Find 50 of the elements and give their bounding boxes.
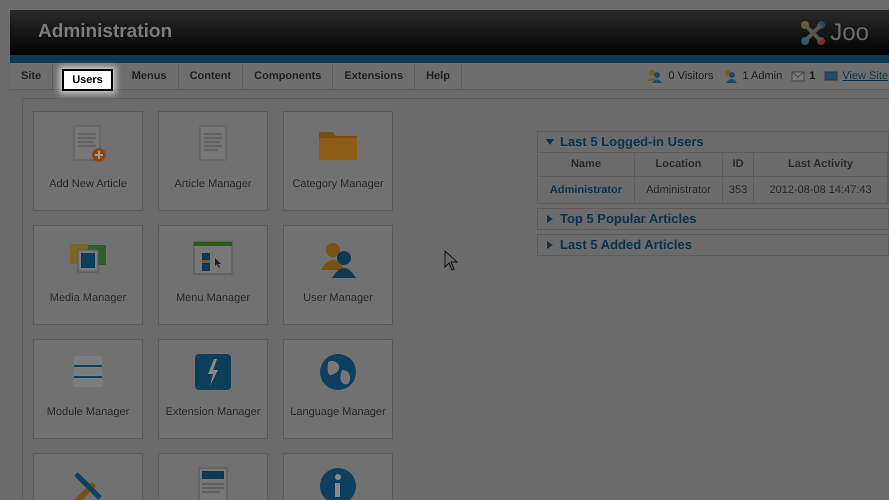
shortcut-tile[interactable]: Category Manager <box>283 111 393 211</box>
status-text: 0 Visitors <box>668 68 714 84</box>
tile-label: Extension Manager <box>166 405 260 420</box>
tile-label: Media Manager <box>50 291 126 306</box>
user-icon <box>722 69 738 83</box>
table-cell: 353 <box>722 176 754 203</box>
shortcut-tile[interactable]: Media Manager <box>33 225 143 325</box>
panel-header[interactable]: Last 5 Logged-in Users <box>538 132 888 152</box>
column-header: Location <box>634 152 722 176</box>
mail-icon <box>791 70 806 82</box>
status-text: 1 <box>809 68 816 84</box>
tile-label: Add New Article <box>49 177 127 192</box>
shortcut-tile[interactable]: Language Manager <box>283 339 393 439</box>
tile-label: User Manager <box>303 291 373 306</box>
menu-item[interactable]: Menus <box>120 63 179 89</box>
tile-label: Menu Manager <box>176 291 250 306</box>
caret-right-icon <box>546 241 554 249</box>
header-title: Administration <box>38 20 172 44</box>
view-site-link[interactable]: View Site <box>842 68 888 84</box>
caret-down-icon <box>546 138 554 146</box>
column-header: ID <box>722 152 754 176</box>
column-header: Last Activity <box>754 152 888 176</box>
monitor-icon <box>824 70 838 82</box>
panel-header[interactable]: Last 5 Added Articles <box>538 235 888 255</box>
user-link[interactable]: Administrator <box>538 176 634 203</box>
menu-item[interactable]: Users <box>62 69 113 91</box>
shortcut-tile[interactable]: Menu Manager <box>158 225 268 325</box>
caret-right-icon <box>546 215 554 223</box>
tile-label: Category Manager <box>292 177 384 192</box>
shortcut-tile[interactable]: Extension Manager <box>158 339 268 439</box>
logo-text: Joo <box>830 18 869 48</box>
users-icon <box>646 69 664 83</box>
menu-item[interactable]: Content <box>178 63 244 89</box>
menu-item[interactable]: Site <box>10 63 54 89</box>
tile-label: Module Manager <box>46 405 130 420</box>
table-cell: 2012-08-08 14:47:43 <box>754 176 888 203</box>
tile-label: Language Manager <box>290 405 386 420</box>
column-header: Name <box>538 152 634 176</box>
menu-item[interactable]: Components <box>243 63 334 89</box>
tile-label: Article Manager <box>174 177 252 192</box>
shortcut-tile[interactable]: User Manager <box>283 225 393 325</box>
panel-header[interactable]: Top 5 Popular Articles <box>538 209 888 229</box>
shortcut-tile[interactable]: Add New Article <box>33 111 143 211</box>
status-text: 1 Admin <box>742 68 782 84</box>
shortcut-tile[interactable]: Article Manager <box>158 111 268 211</box>
mouse-cursor-icon <box>444 250 458 271</box>
table-cell: Administrator <box>634 176 722 203</box>
shortcut-tile[interactable]: Module Manager <box>33 339 143 439</box>
menu-item[interactable]: Help <box>415 63 462 89</box>
menu-item[interactable]: Extensions <box>333 63 416 89</box>
